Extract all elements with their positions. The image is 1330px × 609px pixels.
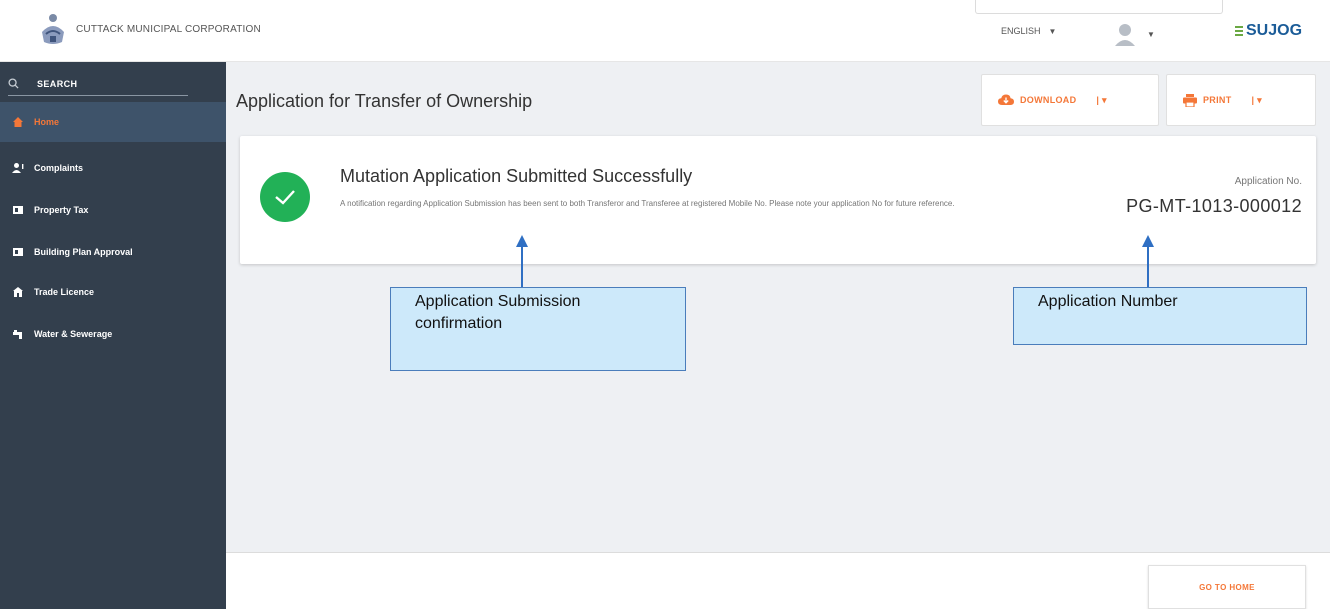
water-icon [13, 330, 22, 339]
complaints-icon [12, 163, 24, 173]
top-header: CUTTACK MUNICIPAL CORPORATION ENGLISH ▼ … [0, 0, 1330, 62]
footer-bar: GO TO HOME [226, 552, 1330, 609]
page: CUTTACK MUNICIPAL CORPORATION ENGLISH ▼ … [0, 0, 1330, 609]
sidebar-item-label: Building Plan Approval [34, 247, 133, 257]
success-card: Mutation Application Submitted Successfu… [240, 136, 1316, 264]
language-selector[interactable]: ENGLISH ▼ [1001, 26, 1056, 36]
print-label: PRINT [1203, 95, 1232, 105]
number-callout: Application Number [1013, 287, 1307, 345]
sidebar-item-complaints[interactable]: Complaints [0, 148, 226, 188]
sidebar-item-building-plan[interactable]: Building Plan Approval [0, 232, 226, 272]
trade-licence-icon [13, 287, 23, 297]
success-title: Mutation Application Submitted Successfu… [340, 166, 693, 186]
annotation-arrow-line [521, 246, 523, 287]
sidebar-item-water-sewerage[interactable]: Water & Sewerage [0, 314, 226, 354]
property-tax-icon [13, 206, 23, 214]
chevron-down-icon: ▼ [1147, 29, 1155, 39]
building-plan-icon [13, 248, 23, 256]
chevron-down-icon: | ▾ [1251, 94, 1262, 105]
application-number-label: Application No. [1234, 176, 1302, 187]
avatar-icon [1115, 24, 1135, 46]
annotation-arrow-line [1147, 246, 1149, 287]
print-button[interactable]: PRINT | ▾ [1166, 74, 1316, 126]
user-menu[interactable]: ▼ [1113, 22, 1155, 46]
dropdown-edge [975, 0, 1223, 14]
sidebar-item-trade-licence[interactable]: Trade Licence [0, 272, 226, 312]
brand-name: SUJOG [1246, 22, 1303, 39]
language-label: ENGLISH [1001, 26, 1041, 36]
sidebar-item-property-tax[interactable]: Property Tax [0, 190, 226, 230]
print-icon [1183, 93, 1197, 107]
success-message: A notification regarding Application Sub… [340, 199, 955, 208]
chevron-down-icon: | ▾ [1096, 94, 1107, 105]
sidebar-item-label: Complaints [34, 163, 84, 173]
chevron-down-icon: ▼ [1048, 26, 1057, 36]
page-title: Application for Transfer of Ownership [236, 91, 533, 111]
corporation-logo[interactable]: CUTTACK MUNICIPAL CORPORATION [38, 12, 261, 46]
download-button[interactable]: DOWNLOAD | ▾ [981, 74, 1159, 126]
home-icon [13, 117, 23, 127]
search-label: SEARCH [37, 78, 78, 89]
cloud-download-icon [998, 94, 1014, 105]
sidebar: SEARCH Home Complaints Property Tax Buil… [0, 62, 226, 609]
submission-callout: Application Submission confirmation [390, 287, 686, 371]
brand-mark-icon [1235, 26, 1243, 36]
corporation-name: CUTTACK MUNICIPAL CORPORATION [76, 23, 261, 35]
search-icon [8, 78, 19, 89]
go-to-home-button[interactable]: GO TO HOME [1148, 565, 1306, 609]
sidebar-item-label: Water & Sewerage [34, 329, 113, 339]
brand-logo: SUJOG [1235, 22, 1302, 40]
application-number: PG-MT-1013-000012 [1126, 196, 1302, 216]
success-check-icon [260, 172, 310, 222]
sidebar-search[interactable]: SEARCH [8, 72, 188, 96]
download-label: DOWNLOAD [1020, 95, 1077, 105]
sidebar-item-label: Home [34, 117, 60, 127]
sidebar-item-label: Trade Licence [34, 287, 95, 297]
sidebar-item-home[interactable]: Home [0, 102, 226, 142]
sidebar-item-label: Property Tax [34, 205, 89, 215]
emblem-icon [42, 14, 64, 44]
